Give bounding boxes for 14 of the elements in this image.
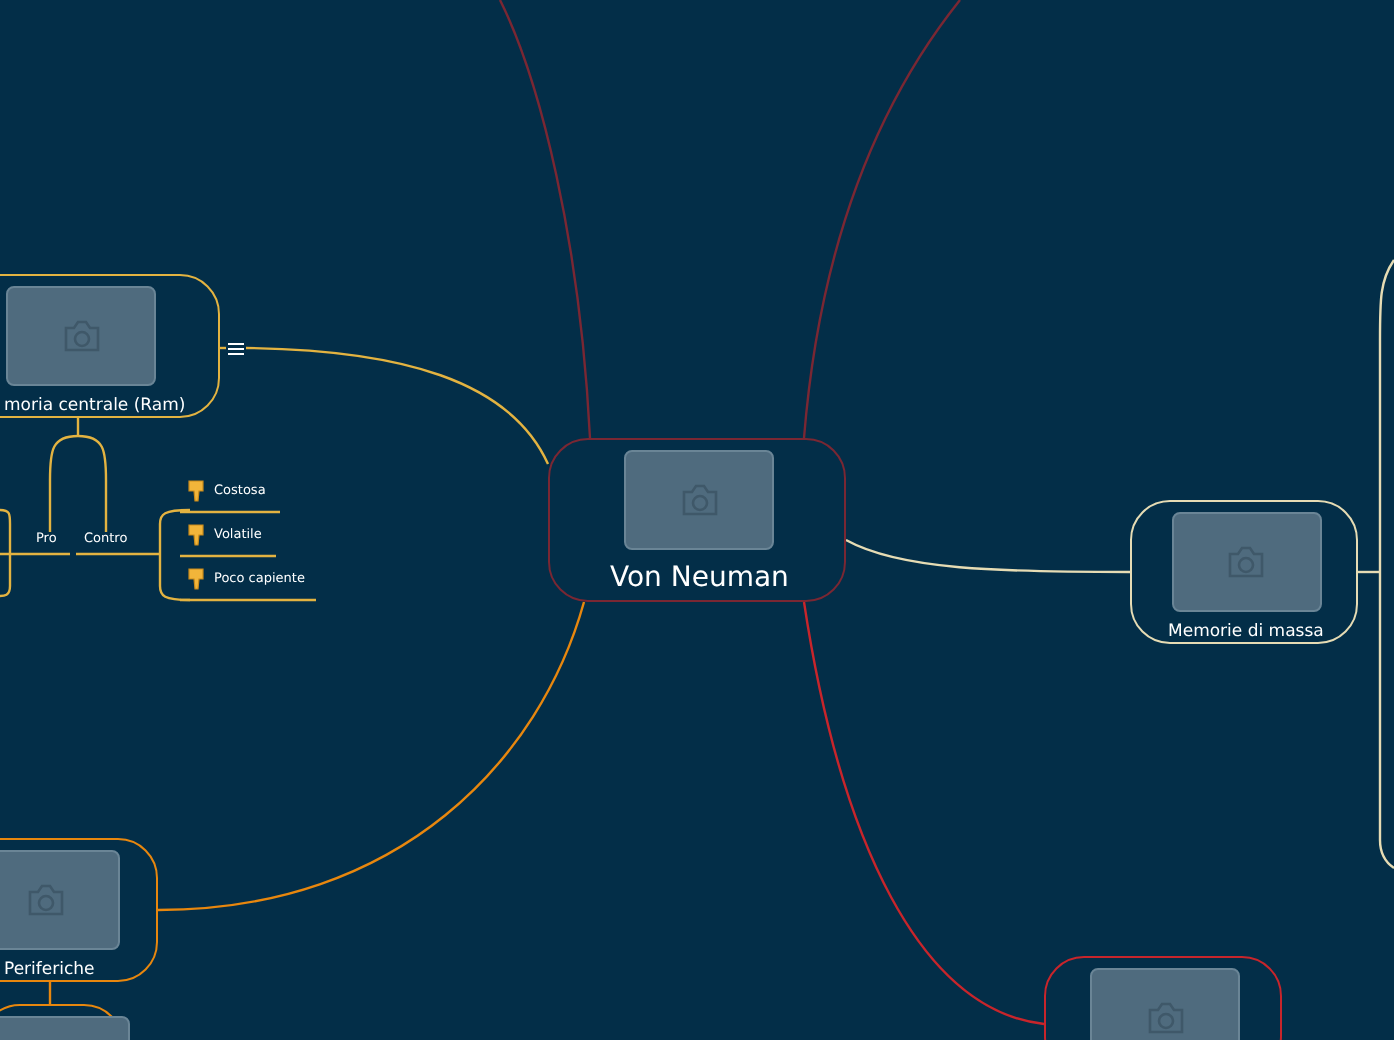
node-title: Periferiche xyxy=(4,962,95,979)
thumbs-down-icon xyxy=(188,568,206,590)
topic-node[interactable] xyxy=(1044,956,1282,1040)
connector-line xyxy=(48,982,52,1004)
topic-node[interactable]: moria centrale (Ram) xyxy=(0,274,220,418)
central-topic-node[interactable]: Von Neuman xyxy=(548,438,846,602)
topic-node[interactable]: Periferiche xyxy=(0,838,158,982)
topic-node[interactable]: Memorie di massa xyxy=(1130,500,1358,644)
node-title: moria centrale (Ram) xyxy=(4,398,186,415)
notes-icon[interactable] xyxy=(228,342,244,356)
thumbs-down-icon xyxy=(188,480,206,502)
thumbs-down-icon xyxy=(188,524,206,546)
node-title: Von Neuman xyxy=(610,564,789,592)
node-title: Memorie di massa xyxy=(1168,624,1324,641)
